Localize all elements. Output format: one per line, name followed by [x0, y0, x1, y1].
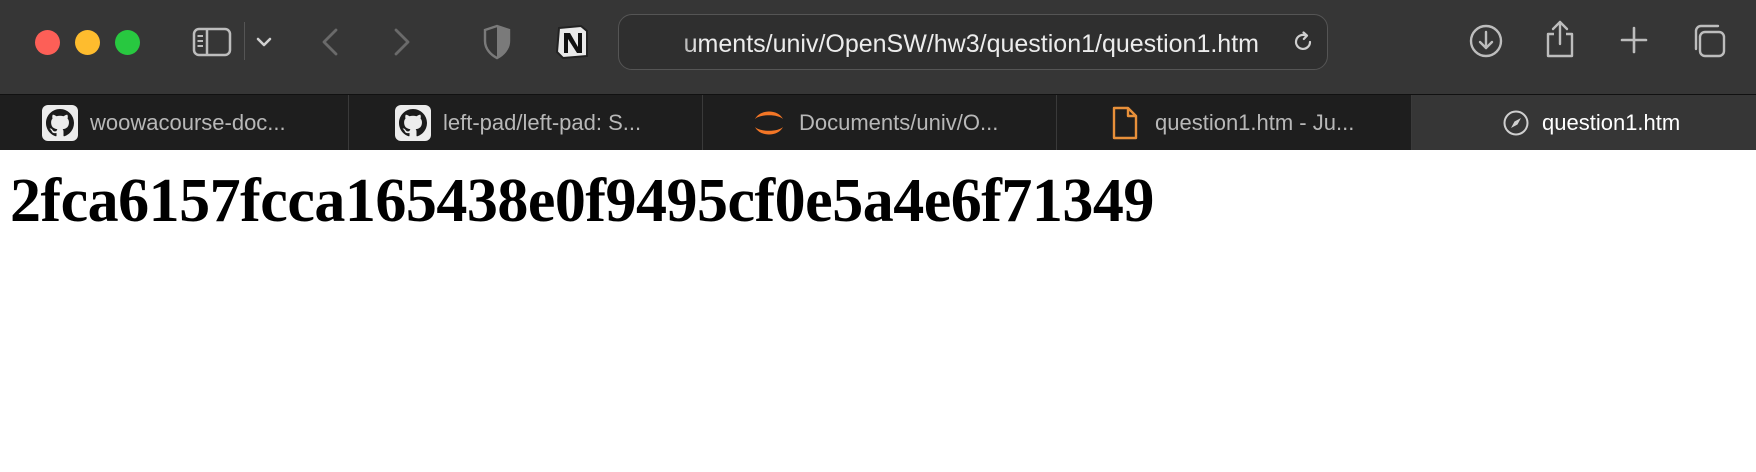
tab-label: left-pad/left-pad: S...	[443, 110, 642, 135]
address-text-clip: uments/univ/OpenSW/hw3/question1/questio…	[657, 29, 1259, 59]
jupyter-icon	[751, 105, 787, 141]
tab-label: woowacourse-doc...	[90, 110, 286, 135]
tab-question1-active[interactable]: question1.htm	[1412, 95, 1756, 151]
close-window-button[interactable]	[35, 30, 60, 55]
address-fade	[649, 15, 699, 69]
back-icon[interactable]	[316, 24, 344, 60]
tab-left-pad[interactable]: left-pad/left-pad: S...	[349, 95, 702, 151]
notion-icon[interactable]	[552, 22, 592, 62]
tabs-overview-icon[interactable]	[1690, 22, 1728, 60]
github-icon	[395, 105, 431, 141]
share-icon[interactable]	[1542, 18, 1578, 60]
tab-label: Documents/univ/O...	[799, 110, 999, 135]
page-heading: 2fca6157fcca165438e0f9495cf0e5a4e6f71349	[10, 167, 1154, 235]
download-icon[interactable]	[1467, 22, 1505, 60]
github-icon	[42, 105, 78, 141]
tab-jupyter-documents[interactable]: Documents/univ/O...	[703, 95, 1056, 151]
zoom-window-button[interactable]	[115, 30, 140, 55]
address-bar[interactable]: uments/univ/OpenSW/hw3/question1/questio…	[618, 14, 1328, 70]
address-text: uments/univ/OpenSW/hw3/question1/questio…	[683, 30, 1259, 58]
plus-icon[interactable]	[1618, 24, 1650, 56]
tab-label: question1.htm	[1542, 110, 1681, 135]
toolbar-divider	[244, 22, 245, 60]
tab-woowacourse[interactable]: woowacourse-doc...	[0, 95, 348, 151]
browser-toolbar: uments/univ/OpenSW/hw3/question1/questio…	[0, 0, 1756, 94]
sidebar-icon[interactable]	[190, 24, 234, 60]
chevron-down-icon[interactable]	[254, 32, 274, 52]
minimize-window-button[interactable]	[75, 30, 100, 55]
forward-icon[interactable]	[388, 24, 416, 60]
compass-icon	[1498, 105, 1534, 141]
tab-jupyter-editor[interactable]: question1.htm - Ju...	[1057, 95, 1411, 151]
reload-icon[interactable]	[1289, 28, 1317, 56]
tab-label: question1.htm - Ju...	[1155, 110, 1355, 135]
file-icon	[1107, 105, 1143, 141]
tab-bar: woowacourse-doc... left-pad/left-pad: S.…	[0, 94, 1756, 151]
page-content: 2fca6157fcca165438e0f9495cf0e5a4e6f71349	[0, 150, 1756, 472]
shield-icon[interactable]	[480, 22, 514, 62]
